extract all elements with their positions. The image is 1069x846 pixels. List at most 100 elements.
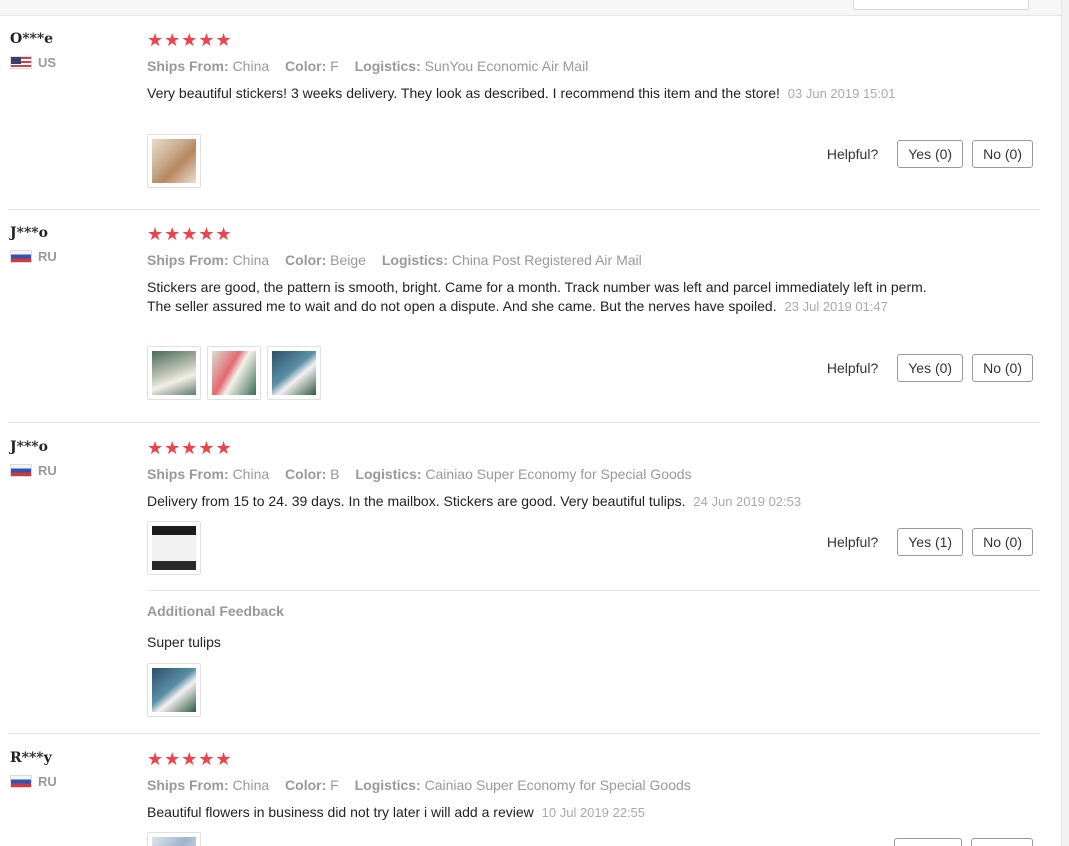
helpful-label: Helpful?: [826, 360, 879, 376]
country-code: RU: [38, 774, 57, 789]
order-info: Ships From: China Color: F Logistics: Su…: [147, 57, 1032, 75]
review-photos: [147, 134, 207, 188]
color-value: Beige: [330, 252, 366, 268]
sticker-photo: [272, 351, 316, 395]
us-flag-icon: [10, 56, 32, 69]
review-photo-thumbnail[interactable]: [147, 832, 201, 846]
star-rating: ★★★★★: [147, 224, 233, 245]
review-photos: [147, 521, 207, 575]
reviewer-country: RU: [10, 249, 57, 264]
logistics-value: Cainiao Super Economy for Special Goods: [425, 466, 692, 482]
review-body: Delivery from 15 to 24. 39 days. In the …: [147, 493, 686, 509]
reviewer-info: J***o RU: [10, 439, 57, 478]
logistics-value: China Post Registered Air Mail: [451, 252, 642, 268]
sticker-photo: [152, 668, 196, 712]
reviewer-name: J***o: [10, 439, 48, 455]
ships-from-label: Ships From:: [147, 58, 229, 74]
helpful-yes-button[interactable]: Yes (0): [897, 354, 964, 382]
review-body: Beautiful flowers in business did not tr…: [147, 804, 534, 820]
sticker-photo: [212, 351, 256, 395]
helpful-voting: Helpful? Yes (1) No (0): [827, 528, 1033, 556]
helpful-yes-button[interactable]: Yes (1): [897, 528, 964, 556]
ships-from-value: China: [232, 466, 270, 482]
ships-from-value: China: [232, 58, 270, 74]
helpful-yes-button[interactable]: [894, 838, 962, 846]
review-item: R***y RU ★★★★★ Ships From: China Color: …: [8, 750, 1040, 846]
review-photo-thumbnail[interactable]: [147, 521, 201, 575]
color-label: Color:: [285, 777, 327, 793]
country-code: US: [38, 55, 57, 70]
logistics-label: Logistics:: [354, 58, 421, 74]
helpful-no-button[interactable]: No (0): [972, 140, 1033, 168]
review-photo-thumbnail[interactable]: [147, 134, 201, 188]
order-info: Ships From: China Color: F Logistics: Ca…: [147, 776, 1032, 794]
ships-from-label: Ships From:: [147, 252, 229, 268]
reviewer-country: US: [10, 55, 56, 70]
additional-feedback-title: Additional Feedback: [147, 603, 284, 619]
additional-feedback-text: Super tulips: [147, 634, 221, 650]
color-value: B: [330, 466, 340, 482]
color-value: F: [330, 58, 339, 74]
reviewer-info: J***o RU: [10, 225, 57, 264]
review-item: J***o RU ★★★★★ Ships From: China Color: …: [8, 225, 1040, 423]
review-content: ★★★★★ Ships From: China Color: F Logisti…: [147, 750, 1032, 822]
review-photo-thumbnail[interactable]: [267, 346, 321, 400]
ru-flag-icon: [10, 775, 32, 788]
reviewer-name: J***o: [10, 225, 48, 241]
ships-from-value: China: [232, 777, 270, 793]
country-code: RU: [38, 463, 57, 478]
review-text: Beautiful flowers in business did not tr…: [147, 803, 932, 822]
country-code: RU: [38, 249, 57, 264]
page-scrollbar[interactable]: [1061, 0, 1069, 846]
color-value: F: [330, 777, 339, 793]
review-text: Stickers are good, the pattern is smooth…: [147, 278, 932, 316]
review-photo-thumbnail[interactable]: [147, 663, 201, 717]
helpful-voting: Helpful? Yes (0) No (0): [827, 140, 1033, 168]
review-content: ★★★★★ Ships From: China Color: F Logisti…: [147, 31, 1032, 103]
ships-from-label: Ships From:: [147, 466, 229, 482]
review-date: 23 Jul 2019 01:47: [784, 299, 888, 314]
ru-flag-icon: [10, 464, 32, 477]
review-photo-thumbnail[interactable]: [207, 346, 261, 400]
review-date: 03 Jun 2019 15:01: [787, 86, 896, 101]
reviewer-info: O***e US: [10, 31, 56, 70]
helpful-no-button[interactable]: [971, 838, 1033, 846]
sort-dropdown[interactable]: [853, 0, 1029, 10]
review-body: Very beautiful stickers! 3 weeks deliver…: [147, 85, 780, 101]
logistics-value: SunYou Economic Air Mail: [424, 58, 589, 74]
sort-toolbar: [0, 0, 1061, 16]
sticker-photo: [152, 526, 196, 570]
ships-from-label: Ships From:: [147, 777, 229, 793]
review-content: ★★★★★ Ships From: China Color: Beige Log…: [147, 225, 1032, 316]
logistics-label: Logistics:: [354, 777, 421, 793]
review-date: 10 Jul 2019 22:55: [541, 805, 646, 820]
review-date: 24 Jun 2019 02:53: [693, 494, 802, 509]
helpful-label: Helpful?: [826, 534, 879, 550]
helpful-no-button[interactable]: No (0): [972, 528, 1033, 556]
color-label: Color:: [285, 466, 327, 482]
order-info: Ships From: China Color: Beige Logistics…: [147, 251, 1032, 269]
star-rating: ★★★★★: [147, 30, 233, 51]
ships-from-value: China: [232, 252, 270, 268]
logistics-value: Cainiao Super Economy for Special Goods: [424, 777, 691, 793]
review-item: O***e US ★★★★★ Ships From: China Color: …: [8, 31, 1040, 210]
sticker-photo: [152, 351, 196, 395]
order-info: Ships From: China Color: B Logistics: Ca…: [147, 465, 1032, 483]
review-photos: [147, 832, 207, 846]
sticker-photo: [152, 139, 196, 183]
review-photos: [147, 346, 327, 400]
helpful-voting: Helpful? Yes (0) No (0): [827, 354, 1033, 382]
sticker-photo: [152, 837, 196, 846]
reviewer-country: RU: [10, 774, 57, 789]
logistics-label: Logistics:: [381, 252, 448, 268]
color-label: Color:: [285, 58, 327, 74]
review-photo-thumbnail[interactable]: [147, 346, 201, 400]
helpful-no-button[interactable]: No (0): [972, 354, 1033, 382]
review-item: J***o RU ★★★★★ Ships From: China Color: …: [8, 439, 1040, 734]
additional-feedback-photos: [147, 663, 207, 717]
review-text: Delivery from 15 to 24. 39 days. In the …: [147, 492, 932, 511]
additional-feedback-divider: [147, 590, 1040, 591]
color-label: Color:: [285, 252, 327, 268]
star-rating: ★★★★★: [147, 749, 233, 770]
helpful-yes-button[interactable]: Yes (0): [897, 140, 964, 168]
